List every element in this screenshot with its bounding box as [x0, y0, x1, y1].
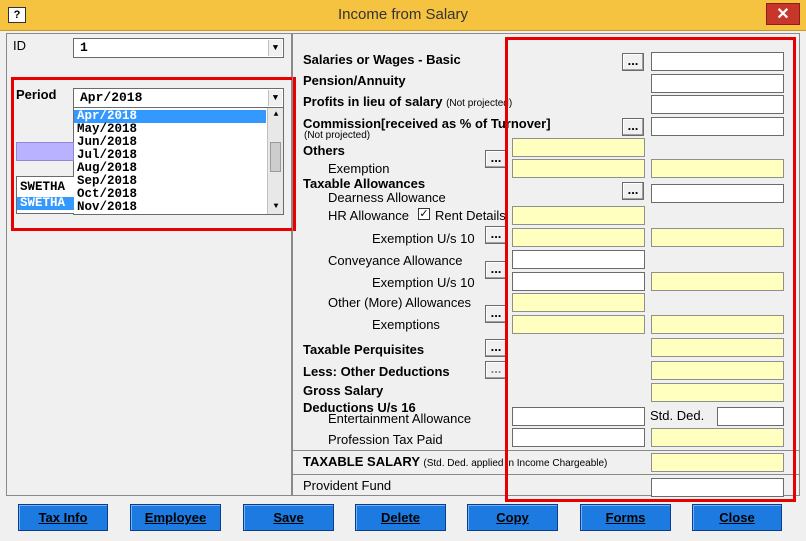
- provident-fund-label: Provident Fund: [303, 478, 392, 493]
- professional-tax-label: Profession Tax Paid: [328, 432, 443, 447]
- dearness-label: Dearness Allowance: [328, 190, 446, 205]
- profits-text: Profits in lieu of salary: [303, 94, 443, 109]
- hra-exemption-details-button[interactable]: ...: [485, 226, 507, 244]
- other-deductions-label: Less: Other Deductions: [303, 364, 450, 379]
- other-allowances-label: Other (More) Allowances: [328, 295, 472, 310]
- id-label: ID: [13, 38, 26, 53]
- conveyance-label: Conveyance Allowance: [328, 253, 463, 268]
- tax-info-button[interactable]: Tax Info: [18, 504, 108, 531]
- period-highlight-box: [11, 77, 296, 231]
- delete-button[interactable]: Delete: [355, 504, 446, 531]
- rent-details-checkbox[interactable]: ✓: [418, 208, 430, 220]
- id-select[interactable]: 1 ▼: [73, 38, 284, 58]
- salaries-label: Salaries or Wages - Basic: [303, 52, 461, 67]
- close-button[interactable]: Close: [692, 504, 782, 531]
- copy-button[interactable]: Copy: [467, 504, 558, 531]
- values-highlight-box: [505, 37, 796, 502]
- pension-label: Pension/Annuity: [303, 73, 406, 88]
- perquisites-details-button[interactable]: ...: [485, 339, 507, 357]
- profits-label: Profits in lieu of salary (Not projected…: [303, 94, 512, 109]
- forms-button[interactable]: Forms: [580, 504, 671, 531]
- id-value: 1: [80, 40, 88, 55]
- taxable-salary-text: TAXABLE SALARY: [303, 454, 420, 469]
- profits-note: (Not projected): [446, 98, 513, 109]
- conveyance-exemption-label: Exemption U/s 10: [372, 275, 475, 290]
- exemption-details-button[interactable]: ...: [485, 150, 507, 168]
- employee-button[interactable]: Employee: [130, 504, 221, 531]
- commission-note: (Not projected): [304, 130, 371, 141]
- window-title: Income from Salary: [337, 6, 469, 23]
- other-deductions-details-button[interactable]: ...: [485, 361, 507, 379]
- window-close-button[interactable]: ✕: [766, 3, 800, 25]
- entertainment-label: Entertainment Allowance: [328, 411, 472, 426]
- hra-label: HR Allowance: [328, 208, 409, 223]
- hra-exemption-label: Exemption U/s 10: [372, 231, 475, 246]
- others-exemption-label: Exemption: [328, 161, 390, 176]
- conveyance-exemption-details-button[interactable]: ...: [485, 261, 507, 279]
- chevron-down-icon[interactable]: ▼: [268, 40, 282, 56]
- gross-salary-label: Gross Salary: [303, 383, 384, 398]
- perquisites-label: Taxable Perquisites: [303, 342, 425, 357]
- other-exemptions-details-button[interactable]: ...: [485, 305, 507, 323]
- rent-details-label: Rent Details: [435, 208, 506, 223]
- save-button[interactable]: Save: [243, 504, 334, 531]
- taxable-allowances-label: Taxable Allowances: [303, 176, 426, 191]
- other-exemptions-label: Exemptions: [372, 317, 440, 332]
- others-label: Others: [303, 143, 345, 158]
